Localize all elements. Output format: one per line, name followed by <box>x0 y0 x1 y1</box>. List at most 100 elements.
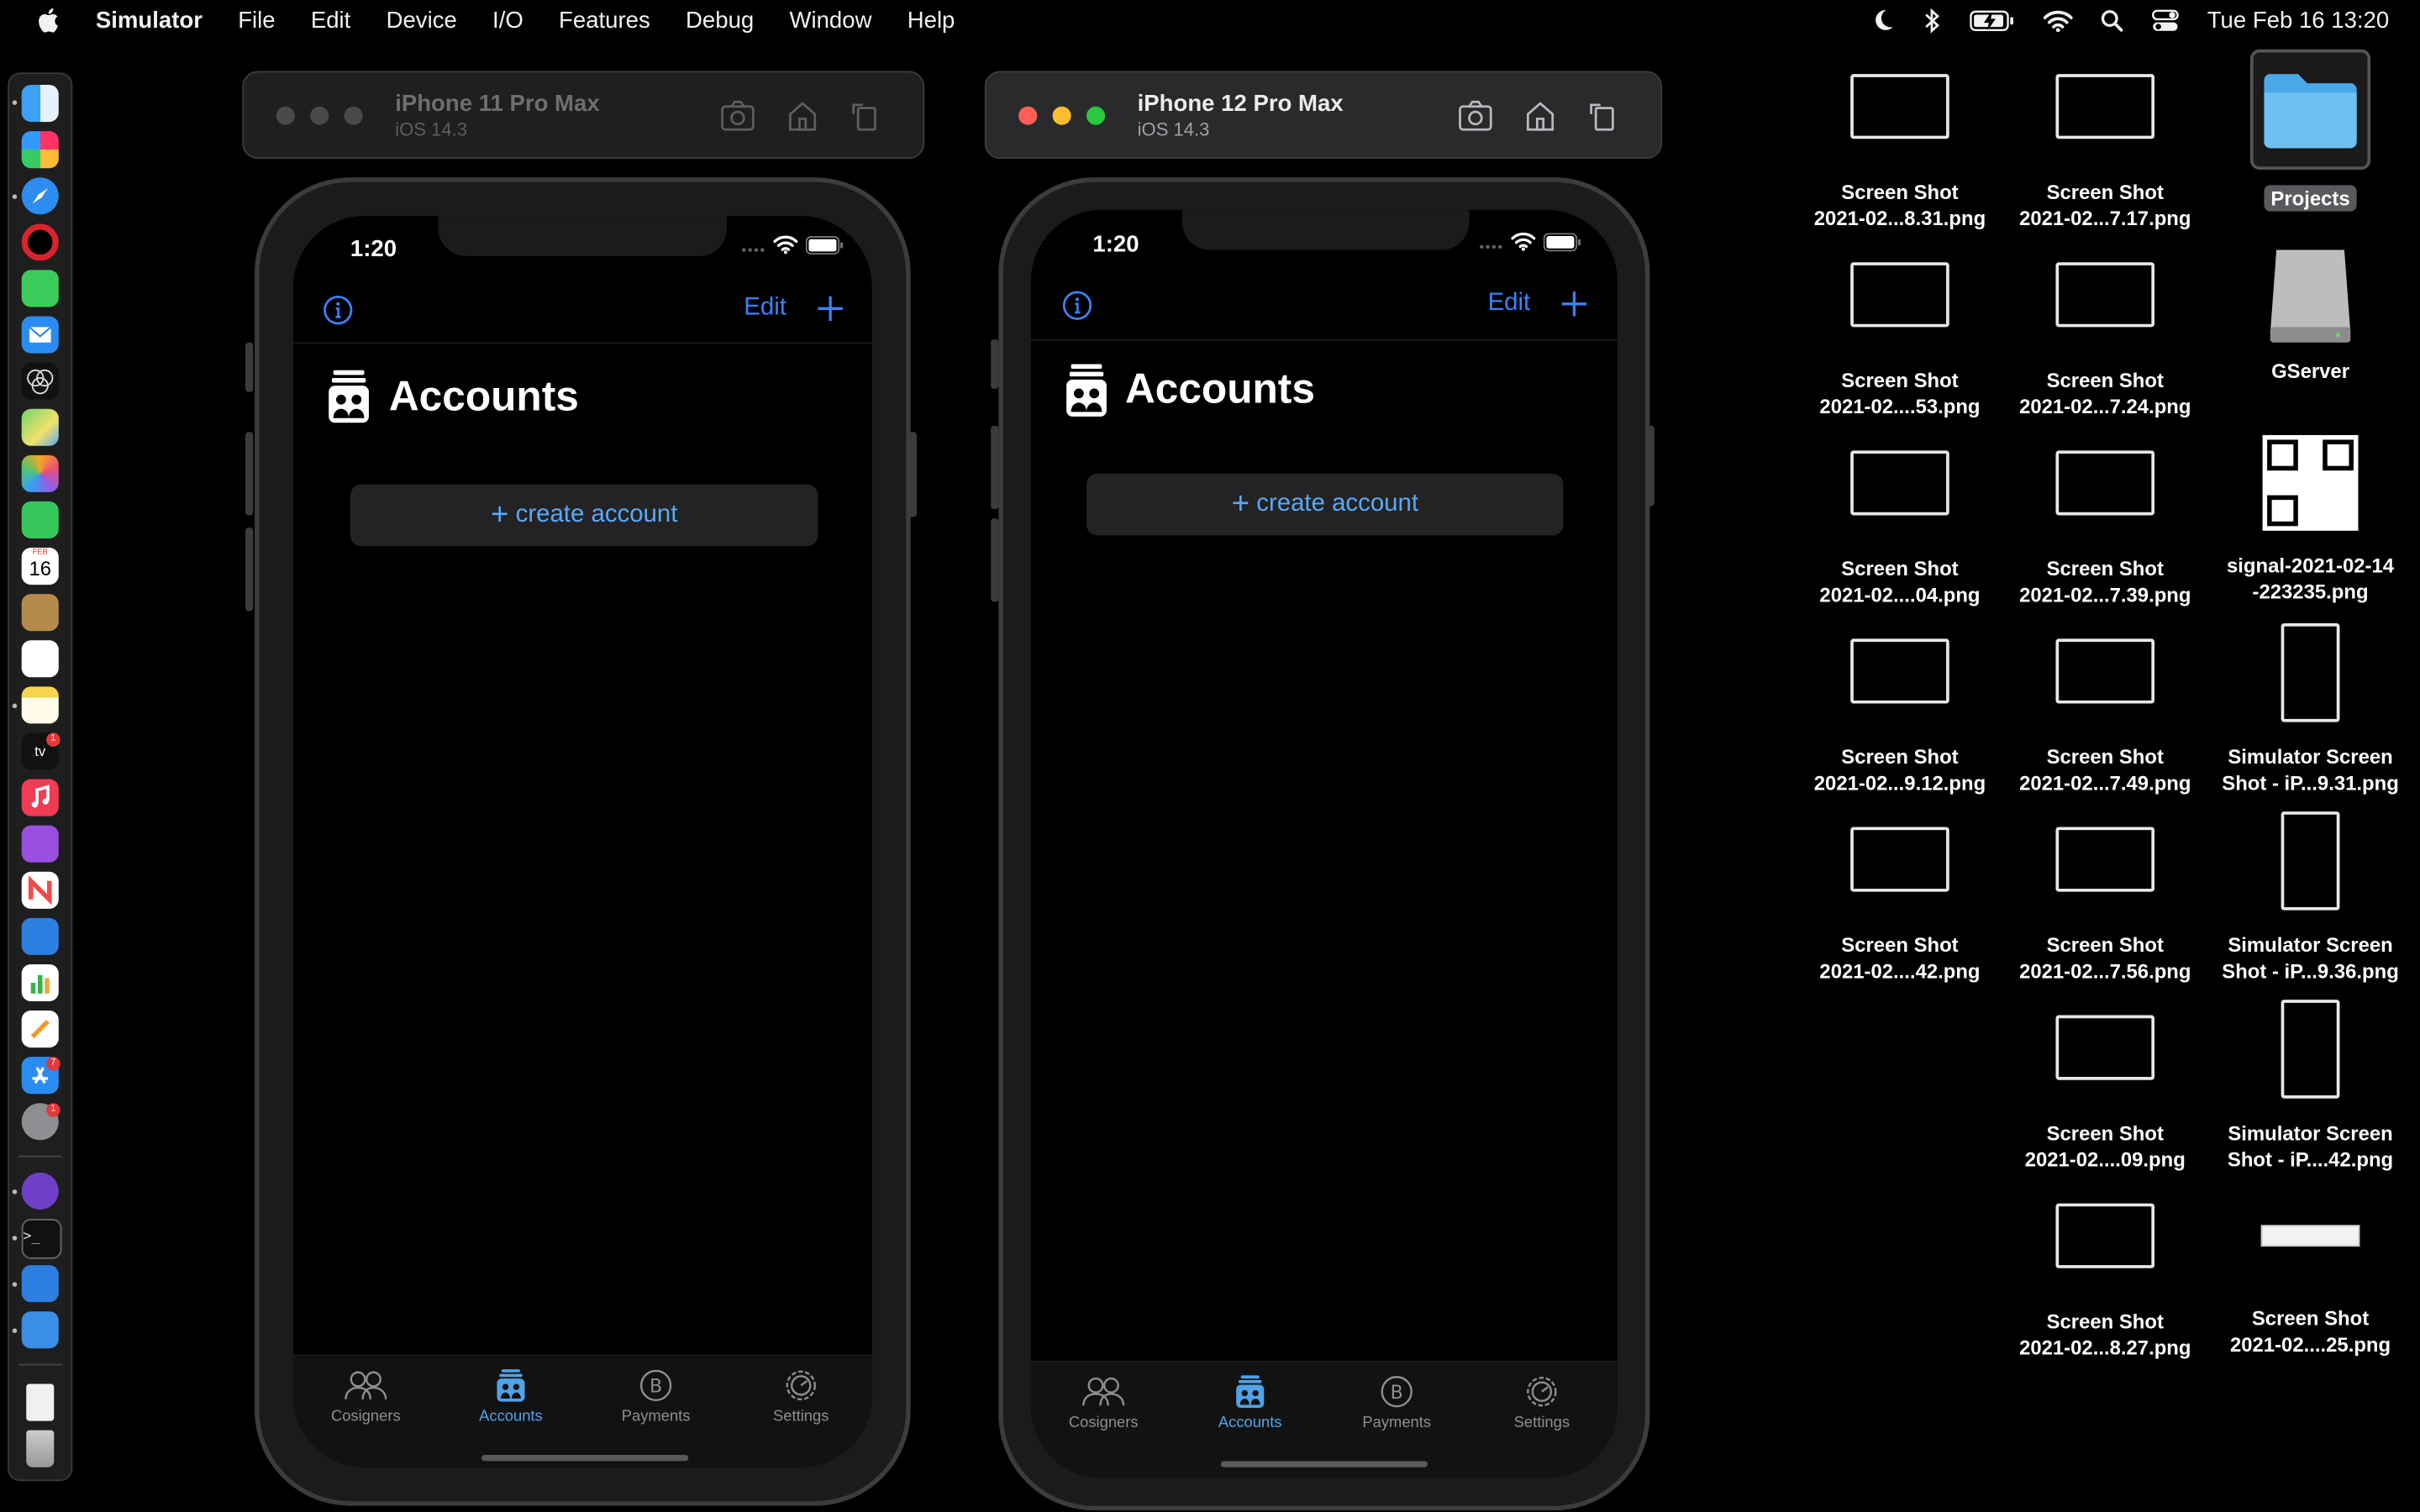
launchpad-icon[interactable] <box>21 131 59 169</box>
home-indicator[interactable] <box>1220 1461 1428 1467</box>
tab-cosigners[interactable]: Cosigners <box>297 1368 435 1425</box>
desktop-file[interactable]: Screen Shot 2021-02...8.31.png <box>1800 74 2001 231</box>
mail-icon[interactable] <box>21 316 59 354</box>
home-indicator[interactable] <box>481 1455 689 1462</box>
screenshot-thumbnail <box>1850 638 1949 704</box>
close-button[interactable] <box>276 106 295 125</box>
github-desktop-icon[interactable] <box>21 1172 59 1210</box>
info-icon[interactable] <box>1062 290 1093 321</box>
apple-logo-icon[interactable] <box>34 5 65 36</box>
search-icon[interactable] <box>2101 8 2124 32</box>
tab-payments[interactable]: B Payments <box>587 1368 725 1425</box>
desktop-file[interactable]: Simulator Screen Shot - iP...9.31.png <box>2210 623 2411 796</box>
menu-app-name[interactable]: Simulator <box>96 7 203 33</box>
simulator-window-toolbar[interactable]: iPhone 12 Pro Max iOS 14.3 <box>984 71 1663 160</box>
screenshot-icon[interactable] <box>719 99 756 133</box>
desktop-file[interactable]: Simulator Screen Shot - iP....42.png <box>2210 1000 2411 1173</box>
desktop-file[interactable]: Screen Shot 2021-02....25.png <box>2210 1225 2411 1357</box>
menu-features[interactable]: Features <box>559 7 650 33</box>
menu-file[interactable]: File <box>238 7 275 33</box>
minimize-button[interactable] <box>1052 106 1071 125</box>
simulator-window-toolbar[interactable]: iPhone 11 Pro Max iOS 14.3 <box>242 71 925 160</box>
rotate-icon[interactable] <box>1586 99 1618 133</box>
wifi-icon[interactable] <box>2044 8 2073 32</box>
edit-button[interactable]: Edit <box>1488 290 1531 318</box>
finder-icon[interactable] <box>21 85 59 123</box>
desktop-file[interactable]: Screen Shot 2021-02....09.png <box>2005 1015 2206 1173</box>
keynote-icon[interactable] <box>21 917 59 955</box>
news-icon[interactable] <box>21 871 59 909</box>
numbers-icon[interactable] <box>21 963 59 1002</box>
create-account-button[interactable]: + create account <box>350 484 818 547</box>
menu-device[interactable]: Device <box>387 7 457 33</box>
edit-button[interactable]: Edit <box>744 295 786 323</box>
opera-icon[interactable] <box>21 223 59 261</box>
menu-window[interactable]: Window <box>789 7 871 33</box>
tab-payments[interactable]: B Payments <box>1328 1374 1466 1431</box>
home-icon[interactable] <box>1523 99 1557 133</box>
desktop-drive-gserver[interactable]: GServer <box>2210 247 2411 384</box>
menu-clock[interactable]: Tue Feb 16 13:20 <box>2207 7 2390 33</box>
minimize-button[interactable] <box>310 106 329 125</box>
podcasts-icon[interactable] <box>21 825 59 863</box>
tab-label: Settings <box>1513 1415 1570 1432</box>
tab-settings[interactable]: Settings <box>1472 1374 1611 1431</box>
notes-icon[interactable] <box>21 686 59 724</box>
facetime-icon[interactable] <box>21 501 59 539</box>
screenshot-icon[interactable] <box>1457 99 1494 133</box>
safari-icon[interactable] <box>21 177 59 215</box>
colors-icon[interactable] <box>21 362 59 400</box>
tab-cosigners[interactable]: Cosigners <box>1034 1374 1173 1431</box>
desktop-file[interactable]: Screen Shot 2021-02...7.56.png <box>2005 827 2206 984</box>
trash-icon[interactable] <box>26 1430 55 1467</box>
desktop-file[interactable]: Screen Shot 2021-02....53.png <box>1800 262 2001 419</box>
volume-up-button <box>245 432 254 516</box>
photos-icon[interactable] <box>21 454 59 492</box>
menu-io[interactable]: I/O <box>492 7 523 33</box>
zoom-button[interactable] <box>1086 106 1106 125</box>
menu-help[interactable]: Help <box>908 7 955 33</box>
add-icon[interactable] <box>817 295 844 323</box>
tab-accounts[interactable]: Accounts <box>1181 1374 1319 1431</box>
close-button[interactable] <box>1018 106 1038 125</box>
plus-icon: + <box>490 498 509 533</box>
messages-icon[interactable] <box>21 270 59 307</box>
simulator-icon[interactable] <box>21 1311 59 1349</box>
tab-settings[interactable]: Settings <box>732 1368 871 1425</box>
document-icon[interactable] <box>26 1383 55 1421</box>
desktop-file[interactable]: Simulator Screen Shot - iP...9.36.png <box>2210 811 2411 984</box>
xcode-icon[interactable] <box>21 1265 59 1303</box>
desktop-file[interactable]: Screen Shot 2021-02...7.49.png <box>2005 638 2206 795</box>
terminal-icon[interactable]: >_ <box>21 1218 62 1259</box>
desktop-file[interactable]: Screen Shot 2021-02...8.27.png <box>2005 1203 2206 1361</box>
desktop-file[interactable]: Screen Shot 2021-02....04.png <box>1800 450 2001 607</box>
desktop-file[interactable]: Screen Shot 2021-02...9.12.png <box>1800 638 2001 795</box>
add-icon[interactable] <box>1560 290 1588 318</box>
control-center-icon[interactable] <box>2152 8 2180 32</box>
desktop-file[interactable]: Screen Shot 2021-02...7.24.png <box>2005 262 2206 419</box>
device-name: iPhone 12 Pro Max <box>1137 91 1344 118</box>
battery-charging-icon[interactable] <box>1970 8 2016 32</box>
rotate-icon[interactable] <box>849 99 880 133</box>
tab-accounts[interactable]: Accounts <box>441 1368 580 1425</box>
calendar-icon[interactable]: FEB 16 <box>21 548 59 585</box>
music-icon[interactable] <box>21 779 59 816</box>
home-icon[interactable] <box>786 99 819 133</box>
desktop-file[interactable]: signal-2021-02-14 -223235.png <box>2210 434 2411 605</box>
desktop-file[interactable]: Screen Shot 2021-02...7.39.png <box>2005 450 2206 607</box>
create-account-button[interactable]: + create account <box>1086 473 1564 536</box>
maps-icon[interactable] <box>21 408 59 446</box>
moon-icon[interactable] <box>1870 8 1895 32</box>
zoom-button[interactable] <box>344 106 363 125</box>
desktop-file[interactable]: Screen Shot 2021-02....42.png <box>1800 827 2001 984</box>
info-icon[interactable] <box>323 295 354 326</box>
calendar-day: 16 <box>29 557 52 580</box>
menu-debug[interactable]: Debug <box>686 7 754 33</box>
desktop-folder-projects[interactable]: Projects <box>2210 49 2411 213</box>
reminders-icon[interactable] <box>21 640 59 678</box>
pages-icon[interactable] <box>21 1011 59 1048</box>
menu-edit[interactable]: Edit <box>311 7 350 33</box>
bluetooth-icon[interactable] <box>1923 7 1942 33</box>
contacts-icon[interactable] <box>21 594 59 632</box>
desktop-file[interactable]: Screen Shot 2021-02...7.17.png <box>2005 74 2206 231</box>
